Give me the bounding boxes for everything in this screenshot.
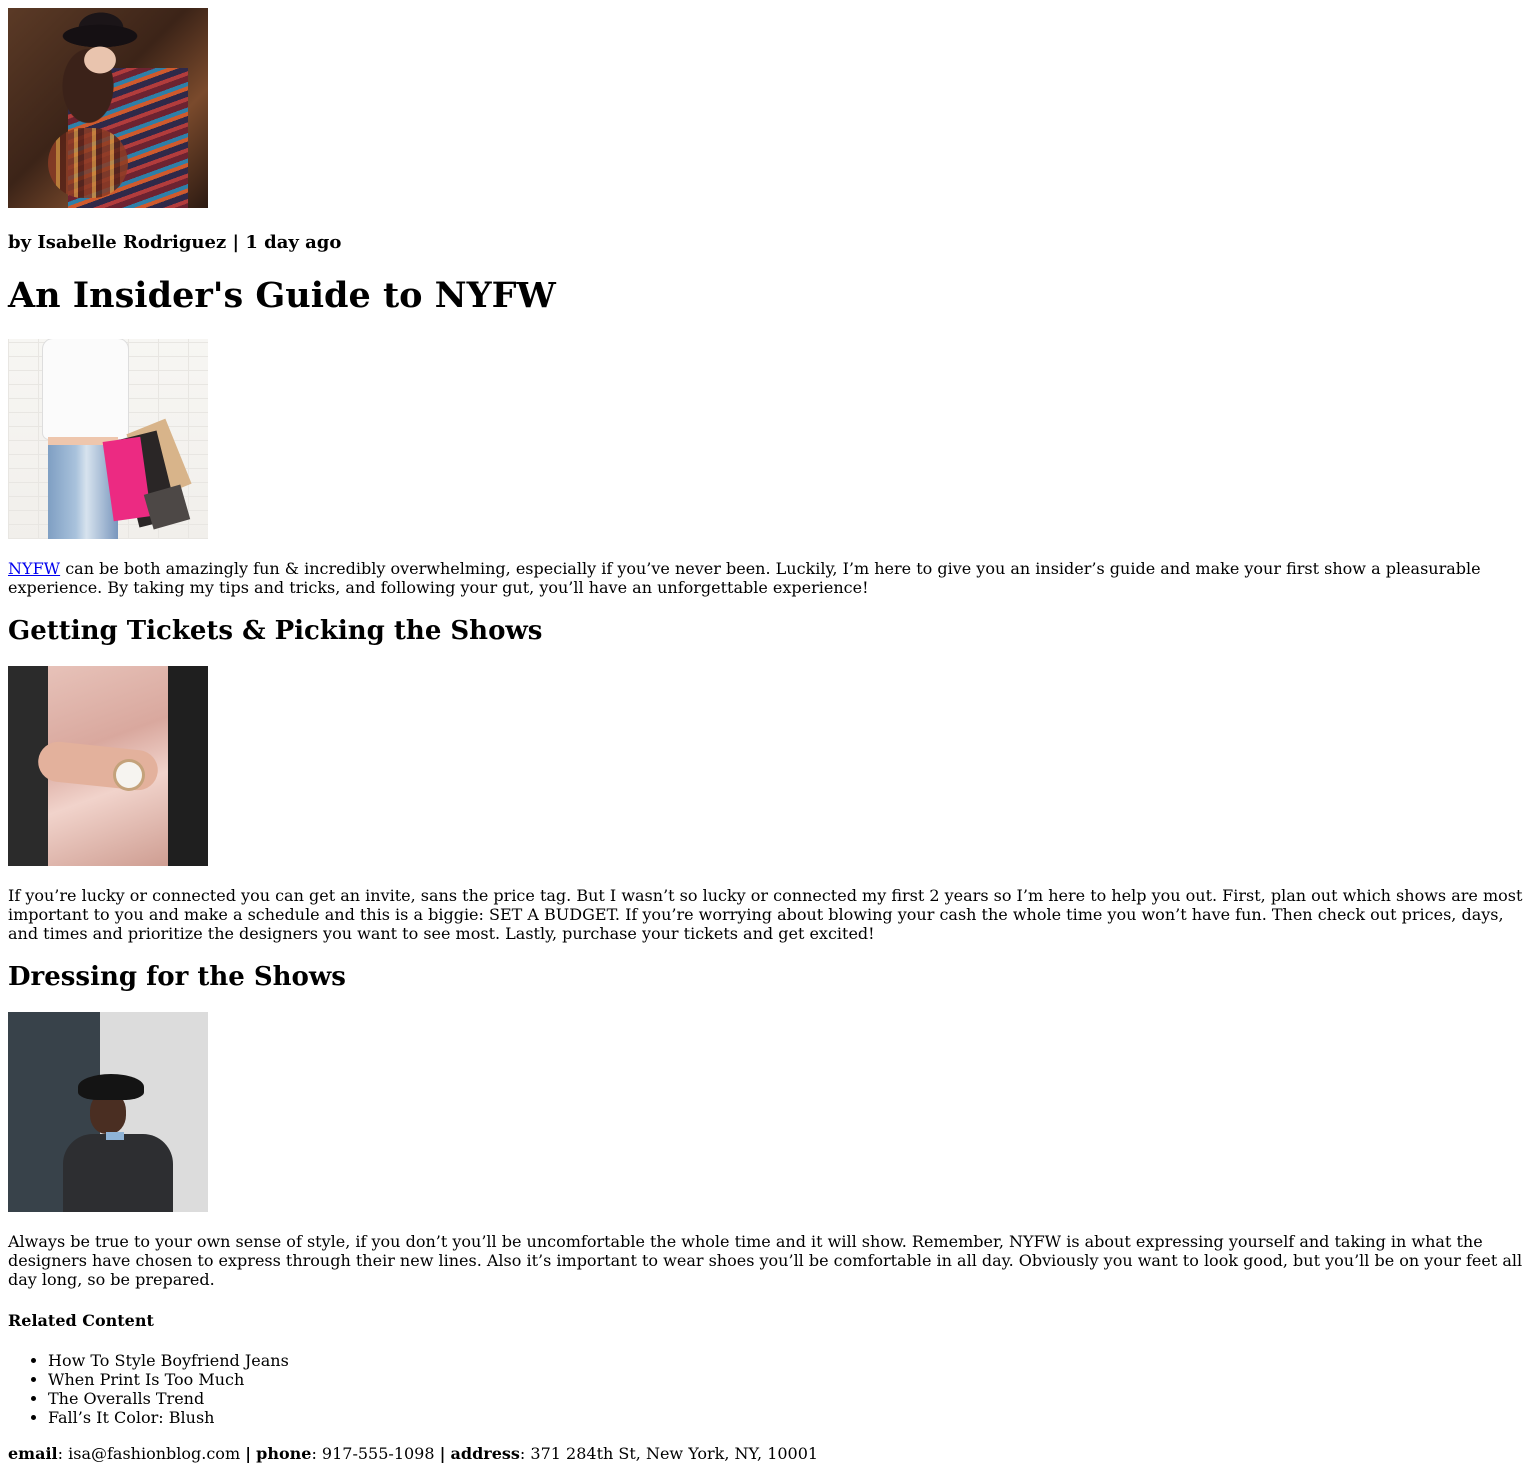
byline-author: Isabelle Rodriguez — [37, 232, 227, 253]
related-content-list: How To Style Boyfriend Jeans When Print … — [8, 1351, 1529, 1427]
bowtie-shape — [106, 1132, 124, 1140]
section-heading-tickets: Getting Tickets & Picking the Shows — [8, 616, 543, 646]
torso-shape — [63, 1134, 173, 1212]
intro-text: can be both amazingly fun & incredibly o… — [8, 559, 1481, 597]
dressing-paragraph: Always be true to your own sense of styl… — [8, 1232, 1523, 1289]
phone-label: phone — [256, 1444, 312, 1463]
author-photo — [8, 8, 208, 208]
shirt-shape — [43, 339, 128, 439]
address-label: address — [450, 1444, 520, 1463]
email-value: isa@fashionblog.com — [68, 1444, 241, 1463]
blog-page: by Isabelle Rodriguez | 1 day ago An Ins… — [0, 0, 1537, 1471]
byline-prefix: by — [8, 232, 32, 253]
related-content-title: Related Content — [8, 1311, 154, 1330]
nyfw-link[interactable]: NYFW — [8, 559, 60, 578]
shopping-bags-photo — [8, 339, 208, 539]
article-title: An Insider's Guide to NYFW — [8, 275, 556, 316]
wristwatch-photo — [8, 666, 208, 866]
contact-separator: | — [245, 1444, 252, 1463]
related-item: The Overalls Trend — [48, 1389, 1529, 1408]
related-item: Fall’s It Color: Blush — [48, 1408, 1529, 1427]
related-item: How To Style Boyfriend Jeans — [48, 1351, 1529, 1370]
section-heading-dressing: Dressing for the Shows — [8, 962, 346, 992]
tickets-paragraph: If you’re lucky or connected you can get… — [8, 886, 1523, 943]
related-item: When Print Is Too Much — [48, 1370, 1529, 1389]
man-in-hat-street-photo — [8, 1012, 208, 1212]
arm-shape — [36, 739, 160, 793]
phone-value: 917-555-1098 — [321, 1444, 435, 1463]
email-label: email — [8, 1444, 58, 1463]
byline-separator: | — [232, 232, 240, 253]
intro-paragraph: NYFW can be both amazingly fun & incredi… — [8, 559, 1529, 597]
contact-info: email: isa@fashionblog.com | phone: 917-… — [8, 1444, 819, 1463]
hat-shape — [78, 1074, 144, 1100]
byline: by Isabelle Rodriguez | 1 day ago — [8, 232, 1529, 253]
contact-separator: | — [439, 1444, 446, 1463]
address-value: 371 284th St, New York, NY, 10001 — [530, 1444, 819, 1463]
watch-shape — [116, 762, 142, 788]
byline-time: 1 day ago — [245, 232, 342, 253]
